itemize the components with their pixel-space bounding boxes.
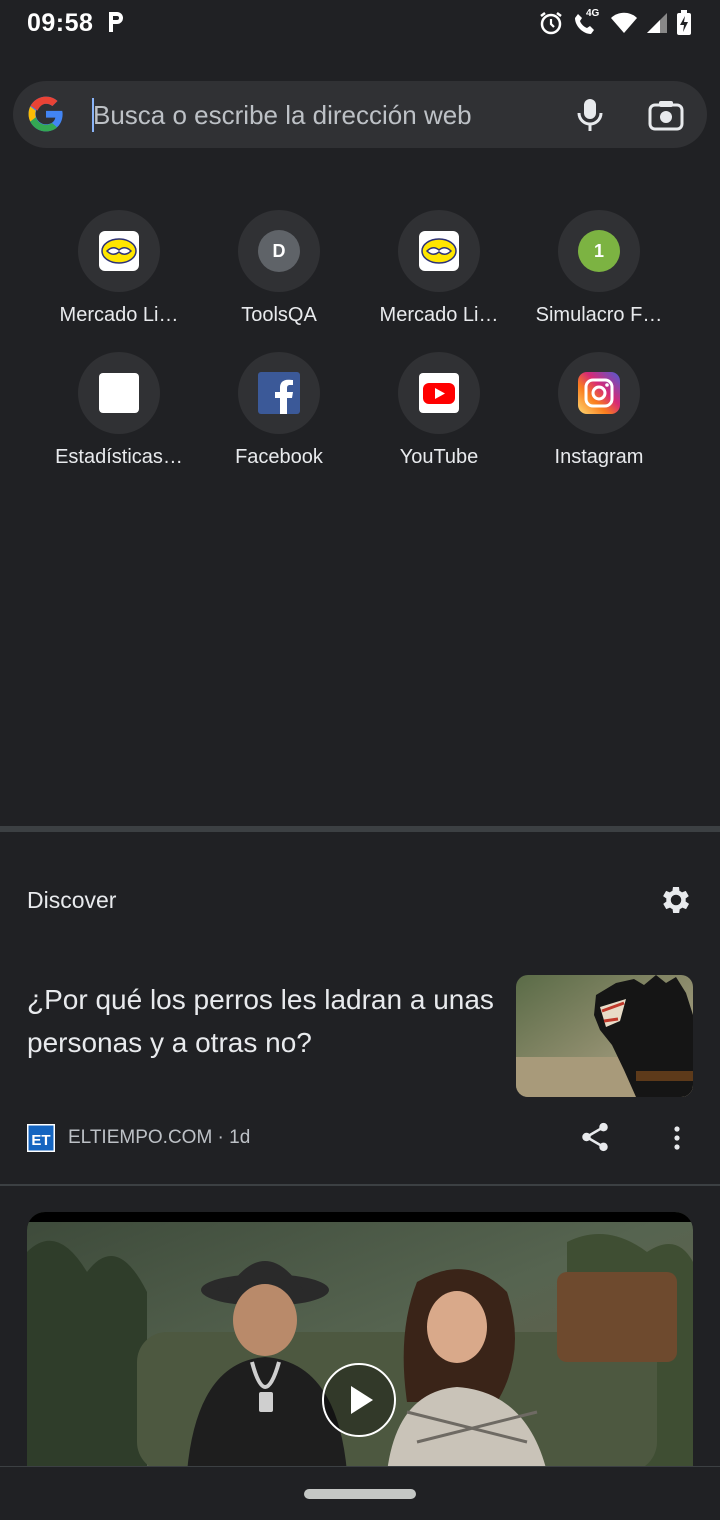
tile-mercado-libre-2[interactable]: Mercado Li…: [364, 210, 514, 340]
mercado-libre-icon: [419, 231, 459, 271]
tile-icon-container: [398, 210, 480, 292]
battery-charging-icon: [677, 10, 691, 35]
status-bar: 09:58 4G: [0, 0, 720, 48]
search-input[interactable]: [93, 93, 553, 137]
camera-icon: [648, 101, 684, 131]
video-card[interactable]: [27, 1212, 693, 1472]
tile-icon-container: [78, 210, 160, 292]
tile-instagram[interactable]: Instagram: [524, 352, 674, 482]
tile-facebook[interactable]: Facebook: [204, 352, 354, 482]
tile-toolsqa[interactable]: D ToolsQA: [204, 210, 354, 340]
status-icons: 4G: [538, 8, 692, 36]
share-button[interactable]: [578, 1120, 612, 1154]
tile-icon-container: 1: [558, 210, 640, 292]
youtube-icon: [419, 373, 459, 413]
tile-label: Instagram: [554, 446, 644, 468]
tile-icon-container: [238, 352, 320, 434]
article-title[interactable]: ¿Por qué los perros les ladran a unas pe…: [27, 978, 497, 1064]
mercado-libre-icon: [99, 231, 139, 271]
microphone-icon: [577, 99, 603, 131]
tile-label: Simulacro F…: [535, 304, 663, 326]
tile-label: Mercado Li…: [59, 304, 179, 326]
status-time: 09:58: [27, 9, 94, 37]
network-label: 4G: [586, 8, 600, 19]
signal-icon: [647, 13, 667, 33]
card-divider: [0, 1184, 720, 1186]
article-source: ELTIEMPO.COM · 1d: [68, 1127, 251, 1148]
wifi-icon: [611, 12, 637, 33]
tile-icon-container: D: [238, 210, 320, 292]
tile-label: Mercado Li…: [379, 304, 499, 326]
home-gesture-handle[interactable]: [304, 1489, 416, 1499]
text-cursor: [92, 98, 94, 132]
search-bar[interactable]: [13, 81, 707, 148]
svg-text:ET: ET: [31, 1132, 50, 1149]
tile-label: ToolsQA: [241, 304, 317, 326]
play-icon[interactable]: [321, 1362, 397, 1438]
volte-call-icon: 4G: [572, 8, 602, 36]
tile-mercado-libre-1[interactable]: Mercado Li…: [44, 210, 194, 340]
tile-simulacro[interactable]: 1 Simulacro F…: [524, 210, 674, 340]
google-logo-icon: [28, 96, 63, 132]
tile-label: Estadísticas…: [55, 446, 183, 468]
parking-icon: [109, 12, 123, 32]
discover-header: Discover: [27, 887, 117, 913]
more-options-button[interactable]: [664, 1120, 690, 1156]
letter-1-icon: 1: [578, 230, 620, 272]
alarm-icon: [540, 12, 562, 35]
tile-icon-container: [78, 352, 160, 434]
section-divider: [0, 826, 720, 832]
navigation-bar: [0, 1466, 720, 1520]
tile-label: YouTube: [399, 446, 479, 468]
instagram-icon: [578, 372, 620, 414]
facebook-icon: [258, 372, 300, 414]
tile-icon-container: [558, 352, 640, 434]
tile-estadisticas[interactable]: Estadísticas…: [44, 352, 194, 482]
tile-icon-container: [398, 352, 480, 434]
blank-favicon-icon: [99, 373, 139, 413]
article-thumbnail[interactable]: [516, 975, 693, 1097]
discover-settings-button[interactable]: [658, 882, 694, 918]
voice-search-button[interactable]: [568, 93, 612, 137]
tile-label: Facebook: [235, 446, 323, 468]
gear-icon: [663, 886, 690, 914]
letter-d-icon: D: [258, 230, 300, 272]
share-icon: [582, 1122, 608, 1152]
tile-youtube[interactable]: YouTube: [364, 352, 514, 482]
lens-search-button[interactable]: [644, 93, 688, 137]
more-vert-icon: [674, 1126, 680, 1150]
eltiempo-logo-icon: ET: [27, 1124, 55, 1152]
